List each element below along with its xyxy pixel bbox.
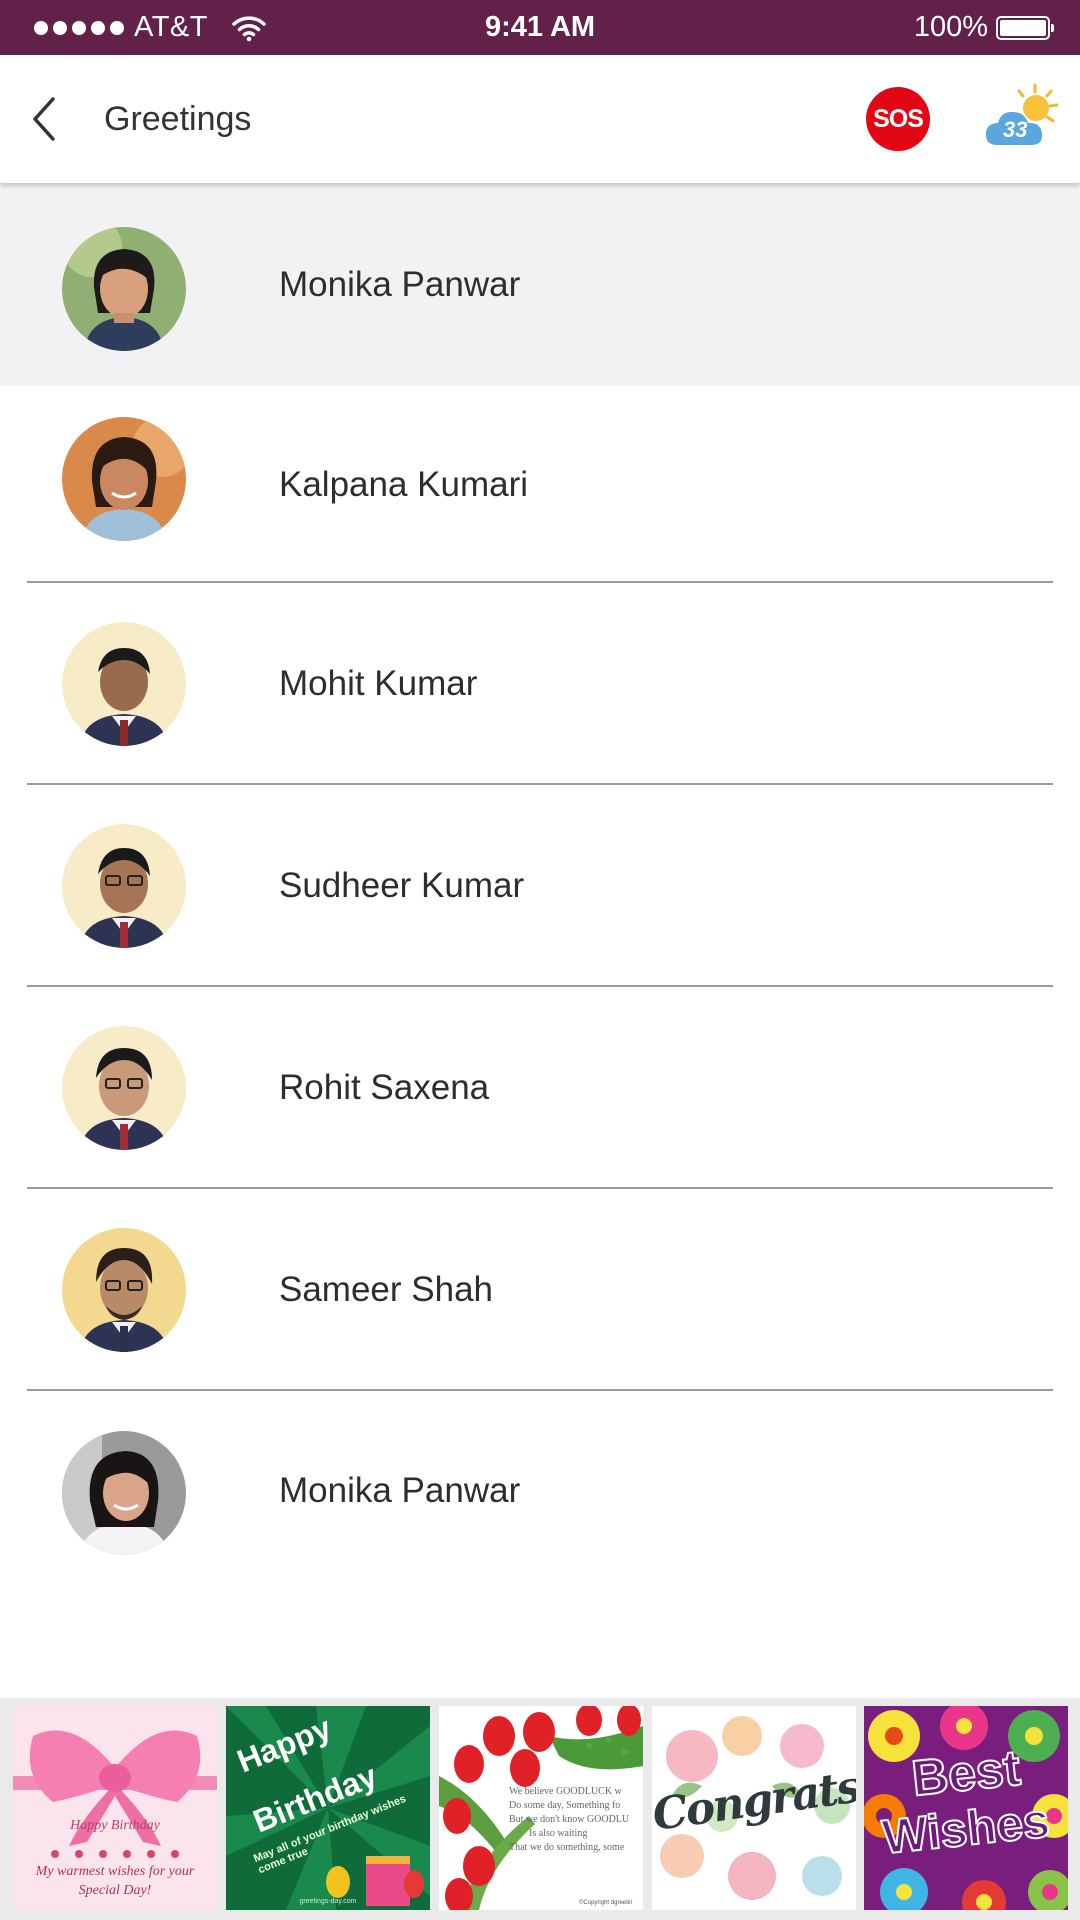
weather-widget[interactable]: 33 xyxy=(983,83,1069,155)
contact-row[interactable]: Rohit Saxena xyxy=(0,987,1080,1189)
page-title: Greetings xyxy=(104,100,252,138)
weather-temperature: 33 xyxy=(1003,117,1028,142)
contact-name: Monika Panwar xyxy=(279,264,521,304)
contact-name: Monika Panwar xyxy=(279,1471,521,1510)
sos-button[interactable]: SOS xyxy=(866,87,930,151)
greeting-card[interactable]: Happy Birthday My warmest wishes for you… xyxy=(13,1706,217,1910)
card-message: My warmest wishes for your xyxy=(35,1864,195,1879)
contact-name: Mohit Kumar xyxy=(279,664,478,703)
contact-row[interactable]: Kalpana Kumari xyxy=(0,386,1080,583)
card-footer: greetings-day.com xyxy=(299,1898,357,1905)
contact-name: Rohit Saxena xyxy=(279,1068,490,1107)
battery-icon xyxy=(996,15,1054,40)
card-message: That we do something, some xyxy=(509,1842,625,1853)
contact-name: Sudheer Kumar xyxy=(279,866,525,905)
contact-row[interactable]: Sudheer Kumar xyxy=(0,785,1080,987)
avatar xyxy=(62,824,186,948)
card-message: Special Day! xyxy=(78,1883,152,1898)
contact-name: Kalpana Kumari xyxy=(279,464,529,504)
avatar xyxy=(62,227,186,351)
app-header: Greetings SOS 33 xyxy=(0,55,1080,183)
contact-row[interactable]: Monika Panwar xyxy=(0,1391,1080,1591)
card-message: Is also waiting xyxy=(529,1828,588,1839)
avatar xyxy=(62,417,186,541)
card-title: Happy Birthday xyxy=(70,1818,160,1833)
avatar xyxy=(62,1431,186,1555)
greeting-cards-strip: Happy Birthday My warmest wishes for you… xyxy=(0,1698,1080,1920)
contact-list: Monika Panwar Kalpana Kumari Mohit Kumar… xyxy=(0,183,1080,1591)
contact-row[interactable]: Sameer Shah xyxy=(0,1189,1080,1391)
avatar xyxy=(62,1026,186,1150)
battery-percent: 100% xyxy=(913,11,988,43)
card-message: But we don't know GOODLU xyxy=(509,1814,630,1825)
card-message: We believe GOODLUCK w xyxy=(509,1786,622,1797)
greeting-card[interactable]: We believe GOODLUCK w Do some day, Somet… xyxy=(439,1706,643,1910)
greeting-card[interactable]: Happy Birthday May all of your birthday … xyxy=(226,1706,430,1910)
greeting-card[interactable]: Congrats xyxy=(652,1706,856,1910)
back-button[interactable] xyxy=(24,89,64,149)
card-message: Do some day, Something fo xyxy=(509,1800,621,1811)
avatar xyxy=(62,1228,186,1352)
greeting-card[interactable]: Best Wishes xyxy=(864,1706,1068,1910)
contact-row[interactable]: Monika Panwar xyxy=(0,183,1080,386)
status-bar-right: 100% xyxy=(913,0,1054,55)
avatar xyxy=(62,622,186,746)
chevron-left-icon xyxy=(33,97,55,141)
contact-row[interactable]: Mohit Kumar xyxy=(0,583,1080,785)
contact-name: Sameer Shah xyxy=(279,1270,494,1309)
status-bar: AT&T 9:41 AM 100% xyxy=(0,0,1080,55)
card-footer: ©Copyright dgreetin xyxy=(579,1900,633,1906)
